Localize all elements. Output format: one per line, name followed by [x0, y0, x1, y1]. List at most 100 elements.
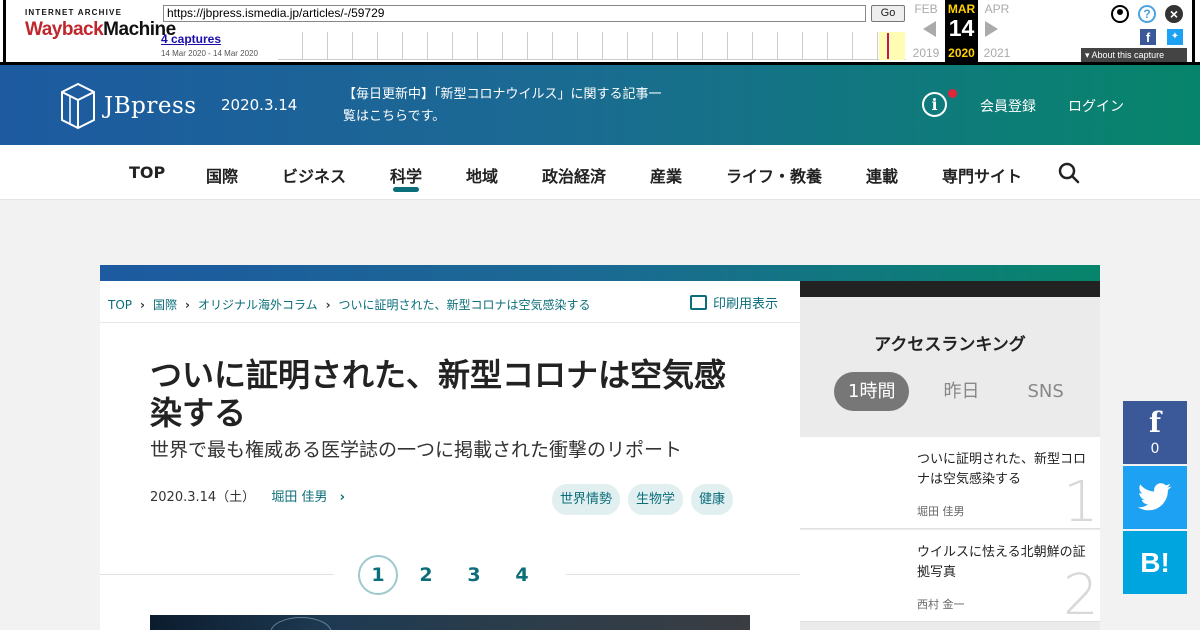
wayback-current-month: MAR 14 2020 — [945, 0, 978, 63]
facebook-share-icon: f — [1148, 406, 1162, 439]
facebook-share-button[interactable]: f 0 — [1123, 401, 1187, 464]
wayback-prev-month-label: FEB — [914, 2, 938, 16]
wayback-logo-text: WaybackMachine — [25, 19, 176, 41]
ranking-list: ついに証明された、新型コロナは空気感染する 堀田 佳男 1 ウイルスに怯える北朝… — [800, 437, 1100, 628]
wayback-logo-way: Wayback — [25, 19, 104, 40]
nav-item-industry[interactable]: 産業 — [650, 163, 682, 187]
tab-yesterday[interactable]: 昨日 — [929, 372, 993, 411]
facebook-share-count: 0 — [1150, 441, 1160, 457]
breadcrumb-separator: › — [184, 298, 190, 312]
breadcrumb-current[interactable]: ついに証明された、新型コロナは空気感染する — [339, 298, 591, 312]
ranking-item[interactable]: ついに証明された、新型コロナは空気感染する 堀田 佳男 1 — [800, 437, 1100, 535]
nav-item-life[interactable]: ライフ・教養 — [726, 163, 822, 187]
page-3-button[interactable]: 3 — [454, 555, 494, 595]
content-top-band — [100, 265, 1100, 281]
info-icon[interactable]: i — [922, 92, 947, 117]
article-title: ついに証明された、新型コロナは空気感染する — [150, 356, 727, 432]
tag-biology[interactable]: 生物学 — [628, 484, 684, 515]
tag-world-affairs[interactable]: 世界情勢 — [552, 484, 621, 515]
nav-item-politics-economy[interactable]: 政治経済 — [542, 163, 606, 187]
about-capture-label: About this capture — [1091, 50, 1165, 60]
pagination: 1 2 3 4 — [334, 555, 566, 595]
print-label: 印刷用表示 — [713, 297, 779, 312]
breadcrumb-top[interactable]: TOP — [108, 298, 132, 312]
nav-active-indicator — [393, 187, 419, 192]
header-news-link[interactable]: 【毎日更新中】「新型コロナウイルス」に関する記事一 覧はこちらです。 — [343, 84, 703, 128]
article-date: 2020.3.14（土） — [150, 490, 256, 505]
wayback-go-button[interactable]: Go — [871, 5, 905, 22]
breadcrumb-column[interactable]: オリジナル海外コラム — [198, 298, 318, 312]
tab-1-hour[interactable]: 1時間 — [834, 372, 910, 411]
twitter-icon[interactable]: ✦ — [1167, 29, 1183, 45]
ranking-item-author: 堀田 佳男 — [917, 505, 965, 518]
article-tags: 世界情勢 生物学 健康 — [552, 484, 741, 515]
nav-item-international[interactable]: 国際 — [206, 163, 238, 187]
wayback-prev-year: 2019 — [912, 46, 940, 60]
wayback-capture-mark — [887, 33, 889, 59]
ranking-item-author: 西村 金一 — [917, 598, 965, 611]
wayback-capture-range: 14 Mar 2020 - 14 Mar 2020 — [161, 49, 258, 58]
wayback-toolbar: INTERNET ARCHIVE WaybackMachine https://… — [0, 0, 1200, 65]
ranking-item[interactable]: ウイルスに怯える北朝鮮の証拠写真 西村 金一 2 — [800, 530, 1100, 628]
wayback-url-input[interactable]: https://jbpress.ismedia.jp/articles/-/59… — [163, 5, 866, 22]
article: TOP › 国際 › オリジナル海外コラム › ついに証明された、新型コロナは空気感染する … — [100, 281, 800, 630]
jbpress-cube-icon — [61, 82, 95, 130]
printer-icon — [690, 295, 707, 310]
nav-item-business[interactable]: ビジネス — [282, 163, 346, 187]
breadcrumb-separator: › — [140, 298, 145, 312]
ranking-tabs: 1時間 昨日 SNS — [834, 372, 1098, 411]
ranking-title: アクセスランキング — [874, 335, 1026, 355]
wayback-next-month-label: APR — [984, 2, 1010, 16]
login-link[interactable]: ログイン — [1068, 96, 1124, 116]
tab-sns[interactable]: SNS — [1013, 372, 1077, 411]
notification-dot — [948, 89, 957, 98]
article-hero-image — [150, 615, 750, 630]
tag-health[interactable]: 健康 — [691, 484, 734, 515]
about-capture-button[interactable]: ▾ About this capture — [1081, 48, 1187, 62]
wayback-current-year: 2020 — [948, 46, 975, 60]
wayback-next-arrow-icon[interactable] — [985, 21, 998, 37]
article-author-link[interactable]: 堀田 佳男 — [271, 490, 327, 505]
nav-item-series[interactable]: 連載 — [866, 163, 898, 187]
wayback-current-month-label: MAR — [947, 2, 976, 16]
breadcrumb: TOP › 国際 › オリジナル海外コラム › ついに証明された、新型コロナは空気感染する — [108, 296, 591, 313]
hatena-bookmark-button[interactable]: B! — [1123, 531, 1187, 594]
breadcrumb-divider — [100, 322, 800, 323]
wayback-logo[interactable]: INTERNET ARCHIVE WaybackMachine — [25, 8, 176, 48]
print-button[interactable]: 印刷用表示 — [690, 293, 778, 312]
user-icon[interactable] — [1111, 5, 1129, 23]
page-2-button[interactable]: 2 — [406, 555, 446, 595]
close-icon[interactable]: × — [1165, 5, 1183, 23]
ranking-item-number: 1 — [1063, 470, 1099, 535]
wayback-prev-arrow-icon[interactable] — [923, 21, 936, 37]
site-header: JBpress 2020.3.14 【毎日更新中】「新型コロナウイルス」に関する… — [0, 65, 1200, 145]
ranking-item-number: 2 — [1063, 563, 1099, 628]
access-ranking: アクセスランキング 1時間 昨日 SNS ついに証明された、新型コロナは空気感染… — [800, 297, 1100, 630]
site-logo[interactable]: JBpress — [60, 81, 197, 131]
breadcrumb-international[interactable]: 国際 — [153, 298, 177, 312]
help-icon[interactable]: ? — [1138, 5, 1156, 23]
search-icon[interactable] — [1058, 162, 1080, 184]
register-link[interactable]: 会員登録 — [980, 96, 1036, 116]
wayback-next-year: 2021 — [983, 46, 1011, 60]
wayback-sparkline-highlight — [879, 32, 905, 60]
facebook-icon[interactable]: f — [1140, 29, 1156, 45]
nav-item-region[interactable]: 地域 — [466, 163, 498, 187]
nav-item-top[interactable]: TOP — [129, 163, 165, 182]
chevron-right-icon: › — [339, 490, 345, 505]
nav-item-special-sites[interactable]: 専門サイト — [942, 163, 1022, 187]
page-1-button[interactable]: 1 — [358, 555, 398, 595]
nav-item-science[interactable]: 科学 — [390, 163, 422, 187]
page-4-button[interactable]: 4 — [502, 555, 542, 595]
header-news-line-2: 覧はこちらです。 — [343, 109, 446, 124]
wayback-captures-link[interactable]: 4 captures — [161, 32, 221, 46]
wayback-current-day: 14 — [948, 15, 975, 41]
sidebar-top-bar — [800, 281, 1100, 297]
twitter-share-button[interactable] — [1123, 466, 1187, 529]
twitter-bird-icon — [1138, 483, 1172, 511]
wayback-sparkline[interactable] — [278, 32, 906, 60]
page: INTERNET ARCHIVE WaybackMachine https://… — [0, 0, 1200, 630]
article-subtitle: 世界で最も権威ある医学誌の一つに掲載された衝撃のリポート — [150, 439, 683, 461]
site-logo-text: JBpress — [104, 93, 197, 119]
breadcrumb-separator: › — [325, 298, 331, 312]
